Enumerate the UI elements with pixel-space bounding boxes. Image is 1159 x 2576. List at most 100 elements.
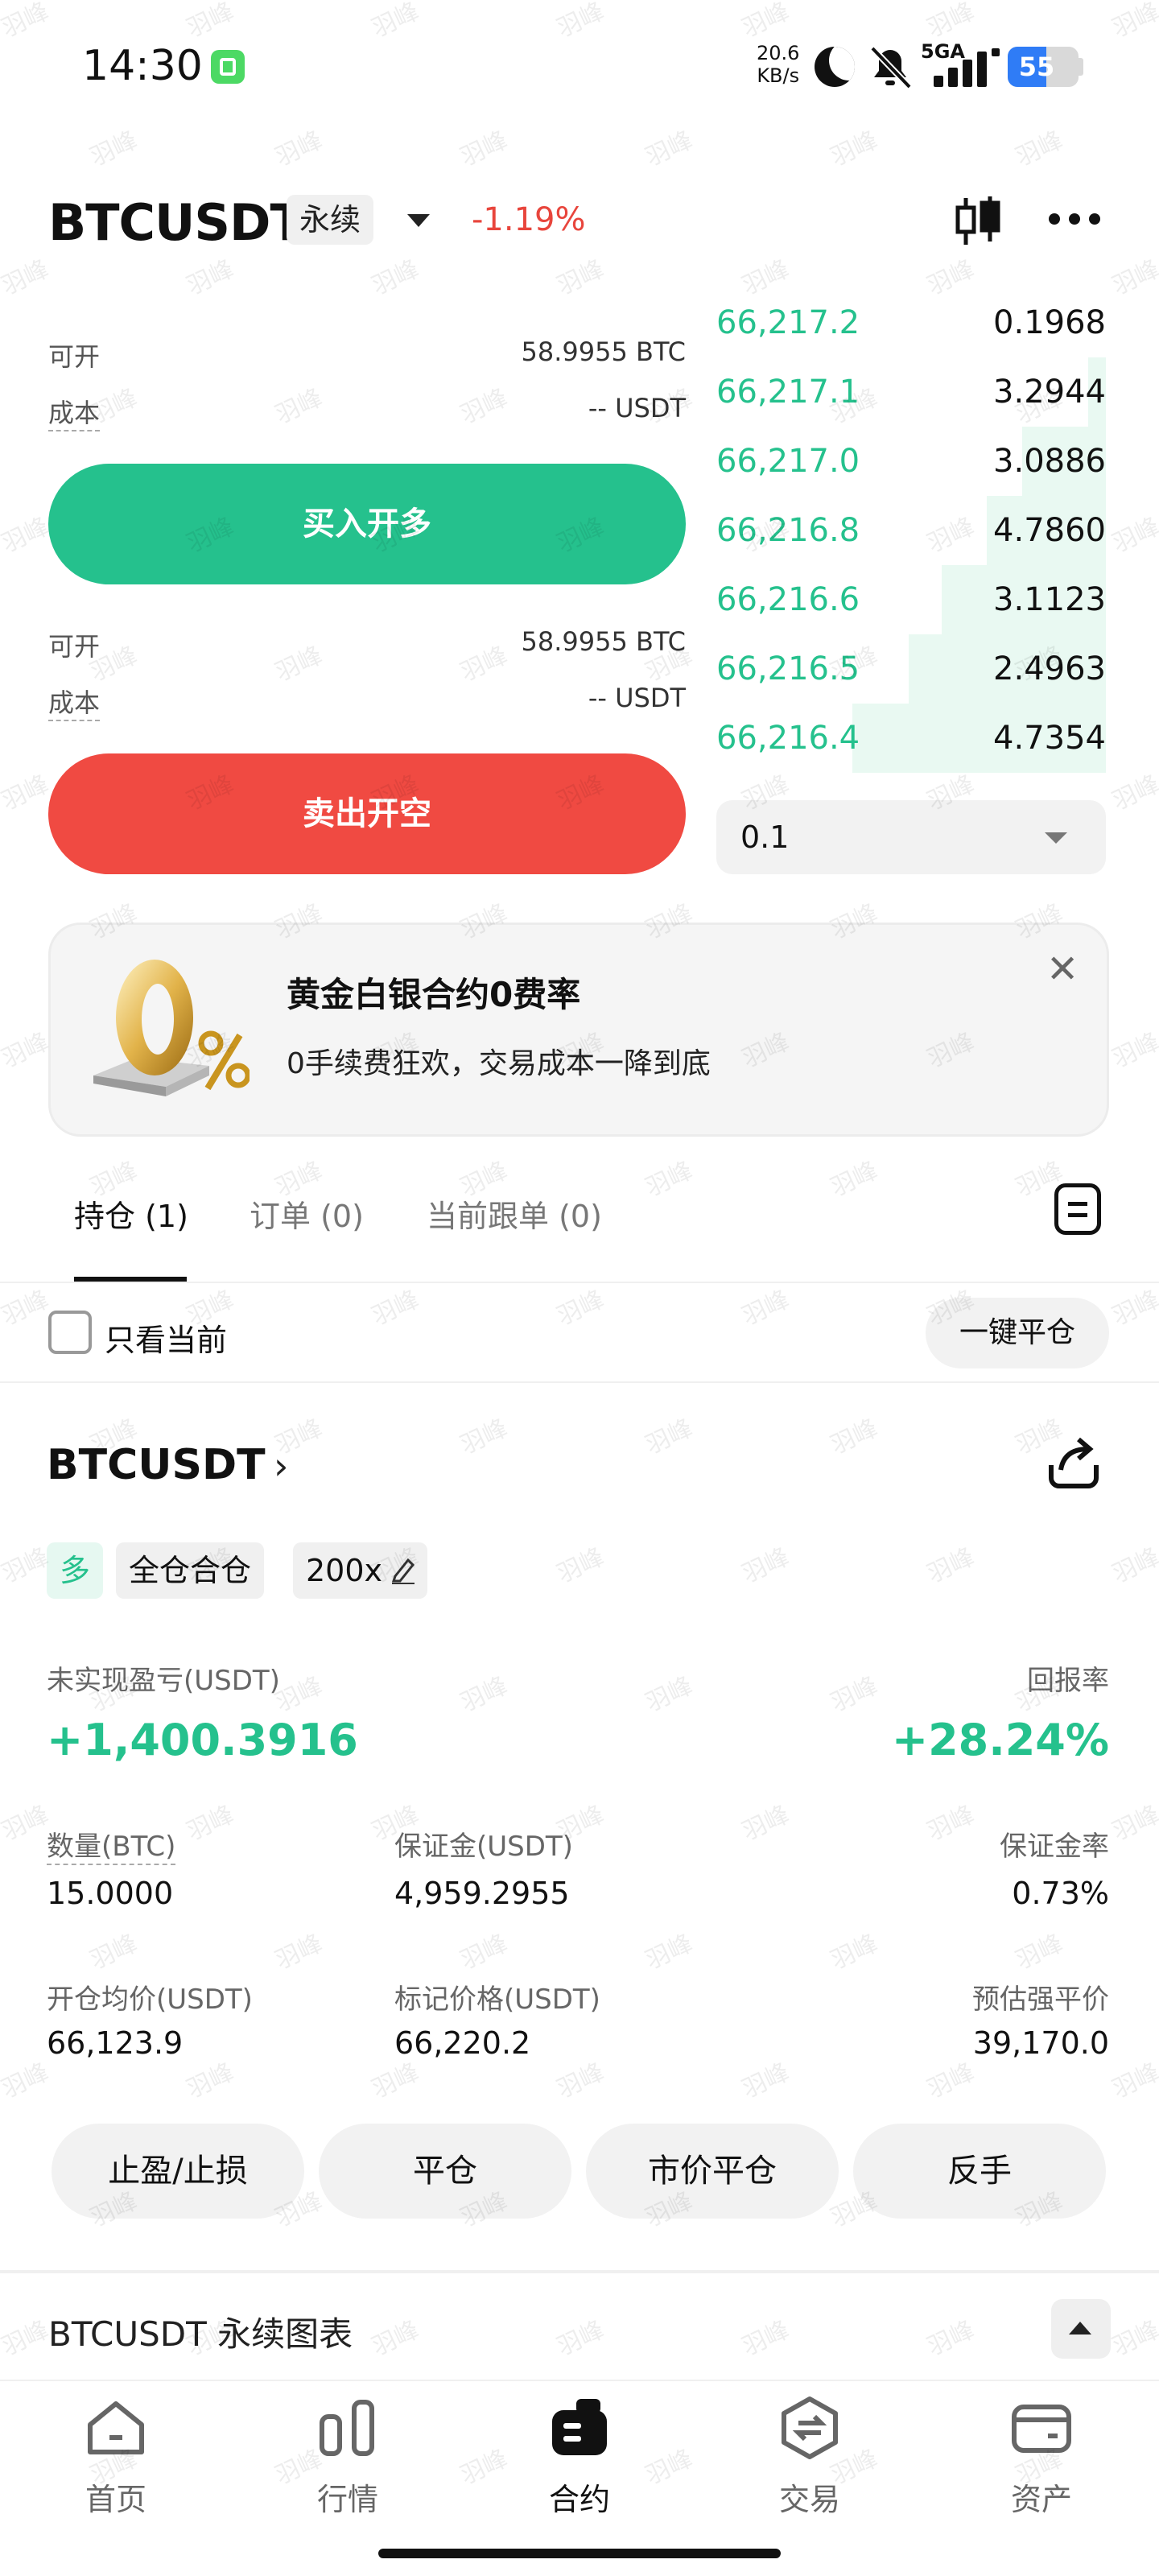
watermark-text: 羽峰 [0, 1542, 54, 1589]
watermark-text: 羽峰 [737, 2058, 794, 2104]
watermark-text: 羽峰 [826, 1414, 883, 1460]
reverse-button[interactable]: 反手 [853, 2124, 1106, 2219]
order-book-row[interactable]: 66,216.8 4.7860 [716, 496, 1106, 565]
chevron-up-icon[interactable] [1051, 2299, 1111, 2359]
watermark-text: 羽峰 [1107, 512, 1159, 559]
long-cost-label[interactable]: 成本 [48, 393, 101, 431]
margin-value: 4,959.2955 [394, 1876, 570, 1911]
order-book-row[interactable]: 66,217.2 0.1968 [716, 288, 1106, 357]
watermark-text: 羽峰 [641, 126, 698, 172]
nav-assets[interactable]: 资产 [961, 2396, 1122, 2519]
watermark-text: 羽峰 [182, 2058, 239, 2104]
edit-icon[interactable] [390, 1555, 416, 1584]
only-current-checkbox[interactable] [48, 1311, 92, 1354]
nav-market[interactable]: 行情 [267, 2396, 428, 2519]
tab-copy-trades[interactable]: 当前跟单 (0) [427, 1191, 602, 1236]
short-cost-label[interactable]: 成本 [48, 683, 101, 721]
watermark-text: 羽峰 [1011, 126, 1068, 172]
buy-long-button[interactable]: 买入开多 [48, 464, 686, 584]
watermark-text: 羽峰 [1107, 254, 1159, 301]
watermark-text: 羽峰 [0, 770, 54, 816]
nav-trade[interactable]: 交易 [729, 2396, 890, 2519]
liquidation-price-label: 预估强平价 [972, 1984, 1109, 2016]
mute-icon [870, 46, 912, 89]
symbol-dropdown-icon[interactable] [407, 214, 430, 227]
watermark-text: 羽峰 [0, 1800, 54, 1847]
ask-price: 66,216.8 [716, 512, 860, 549]
divider [0, 2380, 1159, 2381]
nav-label: 合约 [548, 2482, 610, 2517]
quantity-value: 15.0000 [47, 1876, 174, 1911]
direction-badge: 多 [47, 1542, 104, 1599]
watermark-text: 羽峰 [826, 126, 883, 172]
chevron-down-icon [1045, 832, 1067, 844]
roe-value: +28.24% [891, 1715, 1109, 1765]
watermark-text: 羽峰 [1107, 2058, 1159, 2104]
trade-icon [782, 2396, 838, 2459]
only-current-label[interactable]: 只看当前 [105, 1315, 227, 1360]
more-icon[interactable] [1046, 211, 1103, 227]
ask-quantity: 3.2944 [993, 374, 1106, 411]
home-indicator[interactable] [378, 2549, 781, 2558]
candlestick-icon[interactable] [950, 193, 1006, 250]
share-icon[interactable] [1043, 1433, 1104, 1494]
watermark-text: 羽峰 [826, 1671, 883, 1718]
close-all-button[interactable]: 一键平仓 [926, 1298, 1109, 1368]
contract-type-badge: 永续 [287, 195, 374, 245]
nav-futures[interactable]: 合约 [499, 2396, 660, 2519]
position-symbol[interactable]: BTCUSDT [47, 1441, 266, 1489]
symbol-title[interactable]: BTCUSDT [48, 193, 304, 252]
order-book-row[interactable]: 66,217.1 3.2944 [716, 357, 1106, 427]
short-cost-value: -- USDT [588, 683, 686, 713]
sell-short-button[interactable]: 卖出开空 [48, 753, 686, 874]
tab-positions[interactable]: 持仓 (1) [74, 1191, 188, 1236]
tp-sl-button[interactable]: 止盈/止损 [52, 2124, 304, 2219]
precision-select[interactable]: 0.1 [716, 800, 1106, 874]
leverage-badge[interactable]: 200x [293, 1542, 428, 1599]
chart-section-title[interactable]: BTCUSDT 永续图表 [48, 2307, 353, 2356]
battery-level: 55 [1018, 52, 1055, 82]
order-history-icon[interactable] [1054, 1183, 1101, 1235]
mark-price-label: 标记价格(USDT) [394, 1984, 600, 2016]
tab-orders[interactable]: 订单 (0) [250, 1191, 364, 1236]
watermark-text: 羽峰 [1107, 0, 1159, 43]
chevron-right-icon[interactable]: › [274, 1444, 288, 1488]
entry-price-value: 66,123.9 [47, 2025, 184, 2061]
watermark-text: 羽峰 [737, 2315, 794, 2362]
order-book-row[interactable]: 66,216.6 3.1123 [716, 565, 1106, 634]
close-position-button[interactable]: 平仓 [319, 2124, 571, 2219]
watermark-text: 羽峰 [0, 2315, 54, 2362]
order-book-row[interactable]: 66,216.4 4.7354 [716, 704, 1106, 773]
ask-quantity: 3.1123 [993, 581, 1106, 618]
ask-price: 66,217.2 [716, 304, 860, 341]
short-available-label: 可开 [48, 631, 101, 662]
divider [0, 2270, 1159, 2273]
watermark-text: 羽峰 [367, 0, 424, 43]
watermark-text: 羽峰 [641, 1671, 698, 1718]
watermark-text: 羽峰 [270, 126, 328, 172]
nav-home[interactable]: 首页 [35, 2396, 196, 2519]
precision-value: 0.1 [740, 819, 790, 855]
watermark-text: 羽峰 [456, 126, 513, 172]
order-book-row[interactable]: 66,216.5 2.4963 [716, 634, 1106, 704]
watermark-text: 羽峰 [922, 0, 980, 43]
watermark-text: 羽峰 [456, 1929, 513, 1975]
margin-ratio-value: 0.73% [1012, 1876, 1109, 1911]
long-available-value: 58.9955 BTC [521, 336, 686, 367]
order-book-row[interactable]: 66,217.0 3.0886 [716, 427, 1106, 496]
unrealized-pnl-value: +1,400.3916 [47, 1715, 358, 1765]
futures-icon [552, 2399, 607, 2455]
ask-price: 66,217.0 [716, 443, 860, 480]
liquidation-price-value: 39,170.0 [972, 2025, 1109, 2061]
market-close-button[interactable]: 市价平仓 [586, 2124, 839, 2219]
watermark-text: 羽峰 [641, 1414, 698, 1460]
watermark-text: 羽峰 [552, 1285, 609, 1331]
battery-tip [1079, 58, 1083, 76]
home-icon [88, 2401, 144, 2454]
margin-ratio-label: 保证金率 [1000, 1831, 1109, 1863]
battery-icon: 55 [1008, 47, 1079, 87]
close-icon[interactable]: ✕ [1046, 947, 1079, 992]
quantity-label[interactable]: 数量(BTC) [47, 1824, 176, 1865]
roe-label: 回报率 [1027, 1665, 1109, 1697]
do-not-disturb-icon [815, 47, 855, 87]
